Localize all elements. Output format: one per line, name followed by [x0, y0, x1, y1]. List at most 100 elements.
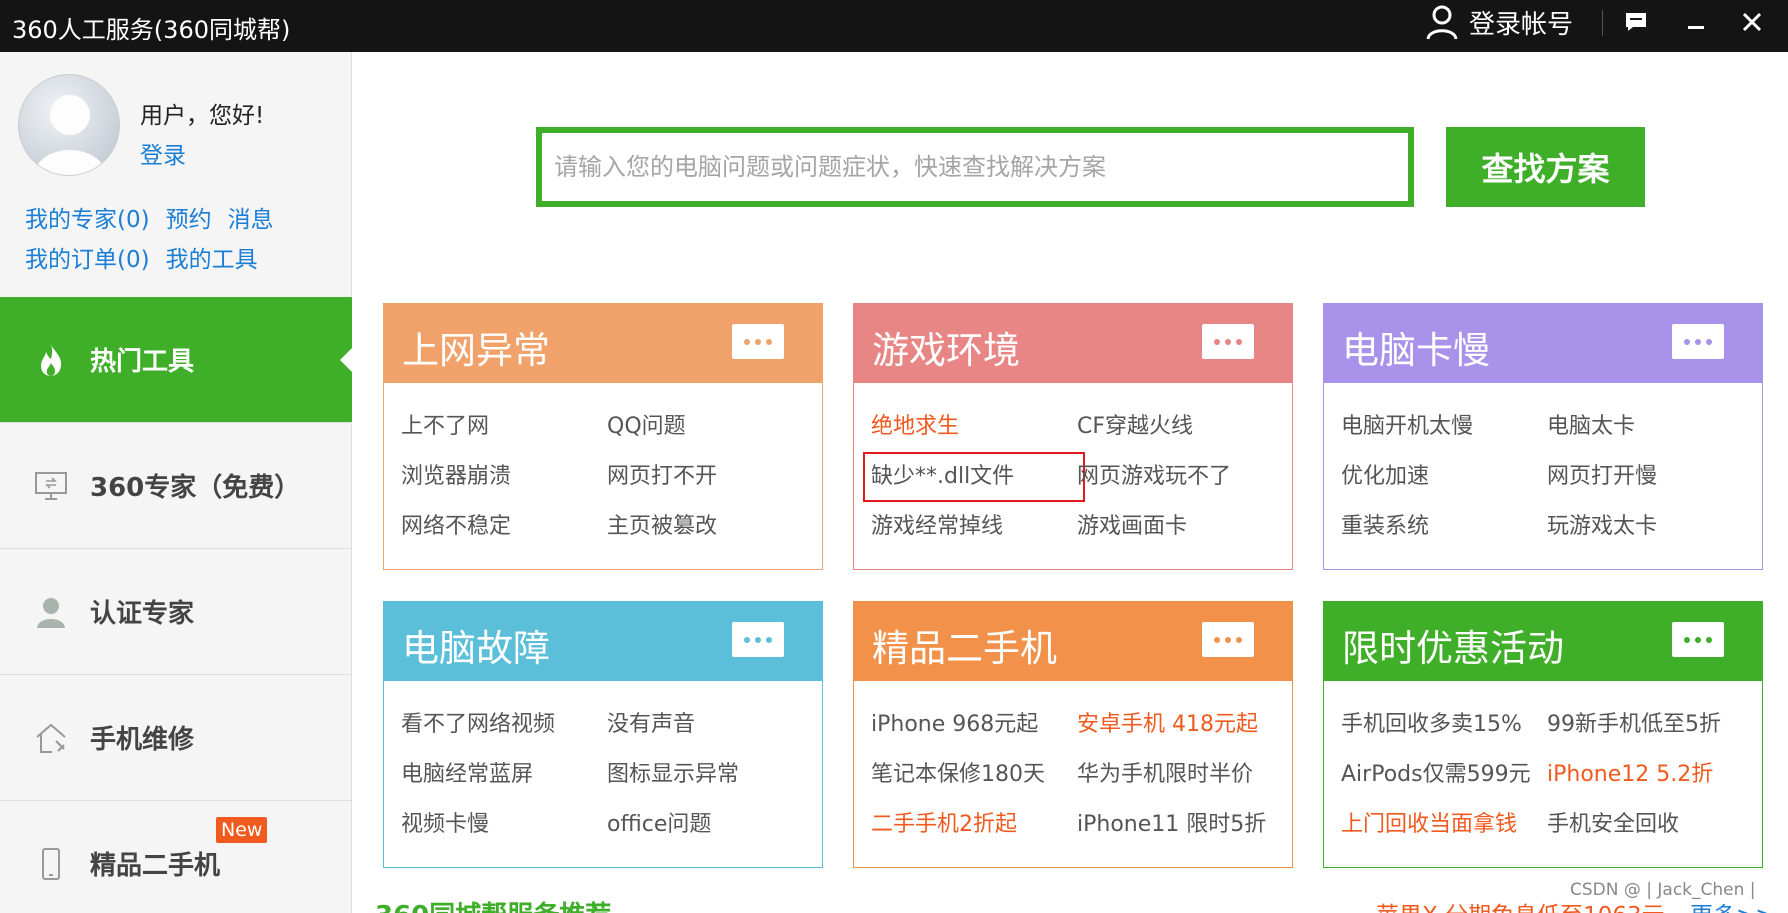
card-promotions: 限时优惠活动 手机回收多卖15% 99新手机低至5折 AirPods仅需599元…	[1323, 601, 1763, 868]
greeting-text: 用户，您好!	[140, 103, 265, 129]
more-button[interactable]	[1202, 324, 1254, 359]
card-title: 电脑卡慢	[1342, 329, 1490, 372]
title-bar: 360人工服务(360同城帮) 登录帐号	[0, 0, 1788, 52]
more-button[interactable]	[732, 622, 784, 657]
new-badge: New	[216, 817, 268, 843]
card-item-link[interactable]: AirPods仅需599元	[1341, 758, 1547, 792]
more-button[interactable]	[1672, 622, 1724, 657]
watermark: CSDN @ | Jack_Chen |	[1570, 880, 1756, 900]
card-item-link[interactable]: 视频卡慢	[401, 808, 607, 842]
sidebar-item-label: 精品二手机	[90, 851, 221, 881]
card-item-link[interactable]: 华为手机限时半价	[1077, 758, 1291, 792]
profile-links-row-2: 我的订单(0) 我的工具	[25, 240, 258, 274]
dot-icon	[1214, 338, 1220, 345]
sidebar-item-phone-repair[interactable]: 手机维修	[0, 675, 352, 801]
card-item-link[interactable]: 游戏画面卡	[1077, 510, 1291, 544]
chat-icon	[1626, 13, 1646, 31]
my-experts-link[interactable]: 我的专家(0)	[25, 200, 150, 234]
card-item-link[interactable]: 重装系统	[1341, 510, 1547, 544]
search-button[interactable]: 查找方案	[1446, 127, 1645, 207]
dot-icon	[755, 338, 761, 345]
dot-icon	[1695, 636, 1701, 643]
titlebar-divider	[1602, 10, 1603, 36]
card-item-link[interactable]: office问题	[607, 808, 821, 842]
sidebar-item-label: 认证专家	[90, 599, 195, 629]
appointment-link[interactable]: 预约	[166, 200, 212, 234]
sidebar-item-360-expert[interactable]: 360专家（免费）	[0, 423, 352, 549]
card-item-link[interactable]: 网页打不开	[607, 460, 821, 494]
app-window: 360人工服务(360同城帮) 登录帐号 用户，您好! 登录 我的专家(0) 预…	[0, 0, 1788, 913]
card-title: 上网异常	[402, 329, 550, 372]
close-icon	[1742, 12, 1762, 32]
dot-icon	[1695, 338, 1701, 345]
minimize-button[interactable]	[1676, 4, 1716, 40]
dot-icon	[1706, 636, 1712, 643]
card-item-link[interactable]: 电脑经常蓝屏	[401, 758, 607, 792]
messages-link[interactable]: 消息	[228, 200, 274, 234]
card-item-link[interactable]: 上不了网	[401, 410, 607, 444]
more-button[interactable]	[1202, 622, 1254, 657]
sidebar-item-hot-tools[interactable]: 热门工具	[0, 297, 353, 423]
user-icon	[1426, 5, 1458, 40]
service-recommendation-heading: 360同城帮服务推荐	[375, 895, 611, 913]
card-item-link[interactable]: 浏览器崩溃	[401, 460, 607, 494]
search-input[interactable]	[542, 133, 1408, 201]
card-item-link[interactable]: 网页打开慢	[1547, 460, 1761, 494]
sidebar-item-label: 360专家（免费）	[90, 473, 301, 503]
card-title: 电脑故障	[402, 627, 550, 670]
card-item-link[interactable]: 99新手机低至5折	[1547, 708, 1761, 742]
house-wrench-icon	[36, 723, 66, 753]
card-item-link[interactable]: 看不了网络视频	[401, 708, 607, 742]
card-item-link[interactable]: iPhone11 限时5折	[1077, 808, 1291, 842]
sidebar-item-used-phones[interactable]: 精品二手机 New	[0, 801, 352, 913]
login-link[interactable]: 登录	[140, 136, 186, 170]
dot-icon	[755, 636, 761, 643]
card-item-link[interactable]: 电脑开机太慢	[1341, 410, 1547, 444]
card-item-link[interactable]: iPhone12 5.2折	[1547, 758, 1761, 792]
dot-icon	[1706, 338, 1712, 345]
card-header: 限时优惠活动	[1324, 602, 1762, 681]
card-item-link[interactable]: 玩游戏太卡	[1547, 510, 1761, 544]
card-title: 精品二手机	[872, 627, 1057, 670]
card-item-link[interactable]: 二手手机2折起	[871, 808, 1077, 842]
dot-icon	[744, 338, 750, 345]
dot-icon	[1684, 338, 1690, 345]
login-account-button[interactable]: 登录帐号	[1425, 2, 1573, 42]
card-item-link[interactable]: 网页游戏玩不了	[1077, 460, 1291, 494]
card-slow-computer: 电脑卡慢 电脑开机太慢 电脑太卡 优化加速 网页打开慢 重装系统 玩游戏太卡	[1323, 303, 1763, 570]
avatar[interactable]	[18, 74, 120, 176]
my-tools-link[interactable]: 我的工具	[166, 240, 258, 274]
card-item-link[interactable]: 安卓手机 418元起	[1077, 708, 1291, 742]
card-item-link[interactable]: 上门回收当面拿钱	[1341, 808, 1547, 842]
dot-icon	[766, 338, 772, 345]
phone-icon	[42, 848, 60, 880]
my-orders-link[interactable]: 我的订单(0)	[25, 240, 150, 274]
card-item-link[interactable]: 绝地求生	[871, 410, 1077, 444]
card-item-link[interactable]: 电脑太卡	[1547, 410, 1761, 444]
flame-icon	[41, 345, 62, 376]
card-item-link[interactable]: 游戏经常掉线	[871, 510, 1077, 544]
card-item-link[interactable]: 没有声音	[607, 708, 821, 742]
card-header: 精品二手机	[854, 602, 1292, 681]
card-item-link[interactable]: 优化加速	[1341, 460, 1547, 494]
login-account-label: 登录帐号	[1469, 9, 1574, 40]
card-item-link[interactable]: 图标显示异常	[607, 758, 821, 792]
sidebar-item-certified-expert[interactable]: 认证专家	[0, 549, 352, 675]
card-item-link[interactable]: 笔记本保修180天	[871, 758, 1077, 792]
dot-icon	[1214, 636, 1220, 643]
card-item-link[interactable]: CF穿越火线	[1077, 410, 1291, 444]
card-item-link[interactable]: 手机安全回收	[1547, 808, 1761, 842]
dot-icon	[1225, 636, 1231, 643]
dot-icon	[744, 636, 750, 643]
card-item-link[interactable]: 主页被篡改	[607, 510, 821, 544]
card-item-link[interactable]: 网络不稳定	[401, 510, 607, 544]
card-item-link[interactable]: iPhone 968元起	[871, 708, 1077, 742]
more-button[interactable]	[732, 324, 784, 359]
dot-icon	[1236, 636, 1242, 643]
card-item-link[interactable]: 手机回收多卖15%	[1341, 708, 1547, 742]
card-item-link-highlighted[interactable]: 缺少**.dll文件	[863, 452, 1085, 502]
card-item-link[interactable]: QQ问题	[607, 410, 821, 444]
feedback-button[interactable]	[1616, 4, 1656, 40]
more-button[interactable]	[1672, 324, 1724, 359]
close-button[interactable]	[1732, 4, 1772, 40]
